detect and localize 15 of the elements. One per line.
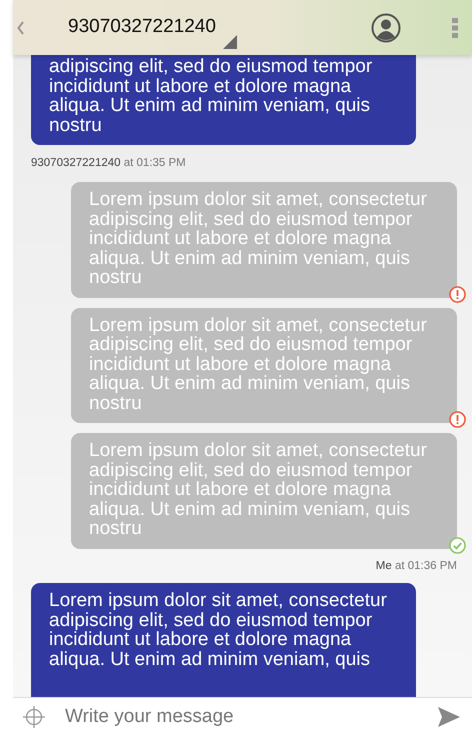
message-input[interactable]: Write your message <box>63 702 428 732</box>
message-text: Lorem ipsum dolor sit amet, consectetur adipiscing elit, sed do eiusmod tempor incididunt ut labore et dolore magna aliqua. Ut enim ad minim veniam, quis nostru <box>89 440 427 540</box>
back-icon[interactable] <box>17 20 25 34</box>
attach-crosshair-icon[interactable] <box>23 706 45 728</box>
message-text: Lorem ipsum dolor sit amet, consectetur adipiscing elit, sed do eiusmod tempor incididunt ut labore et dolore magna aliqua. Ut enim ad minim veniam, quis <box>49 590 387 670</box>
contact-title[interactable]: 93070327221240 <box>68 13 216 42</box>
message-timestamp: Me at 01:36 PM <box>374 558 457 574</box>
message-text: Lorem ipsum dolor sit amet, consectetur adipiscing elit, sed do eiusmod tempor incididunt ut labore et dolore magna aliqua. Ut enim ad minim veniam, quis nostru <box>89 189 427 288</box>
message-text: Lorem ipsum dolor sit amet, consectetur adipiscing elit, sed do eiusmod tempor incididunt ut labore et dolore magna aliqua. Ut enim ad minim veniam, quis nostru <box>89 314 427 414</box>
send-icon[interactable] <box>438 707 460 727</box>
dropdown-corner-icon[interactable] <box>222 35 237 49</box>
message-timestamp: 93070327221240 at 01:35 PM <box>31 156 187 171</box>
profile-icon[interactable] <box>371 12 401 42</box>
message-text: adipiscing elit, sed do eiusmod tempor incididunt ut labore et dolore magna aliqua. Ut enim ad minim veniam, quis nostru <box>49 56 372 136</box>
menu-icon[interactable] <box>452 18 458 38</box>
